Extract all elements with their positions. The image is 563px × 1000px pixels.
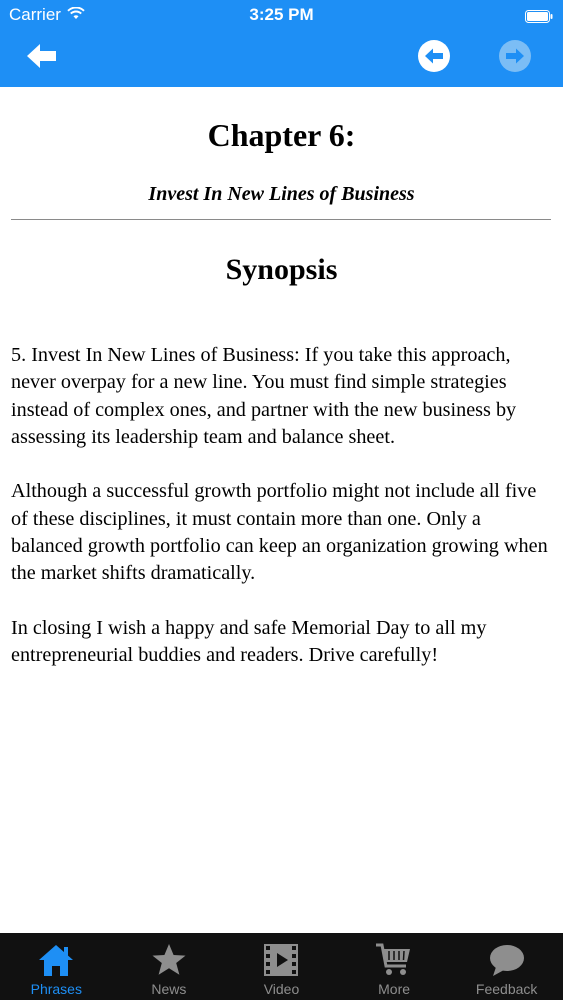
back-button[interactable] (22, 38, 62, 78)
star-icon (151, 941, 187, 979)
tab-label: Phrases (30, 981, 82, 997)
tab-label: Video (263, 981, 300, 997)
tab-feedback[interactable]: Feedback (450, 933, 563, 1000)
previous-chapter-button[interactable] (414, 38, 454, 78)
divider (11, 219, 551, 220)
film-icon (263, 941, 299, 979)
tab-bar: Phrases News Video More Feedback (0, 933, 563, 1000)
paragraph: In closing I wish a happy and safe Memor… (11, 616, 487, 667)
status-time: 3:25 PM (249, 5, 314, 24)
top-bar: Carrier 3:25 PM (0, 0, 563, 87)
chapter-subtitle: Invest In New Lines of Business (148, 183, 415, 205)
battery-icon (525, 8, 553, 23)
tab-video[interactable]: Video (225, 933, 338, 1000)
cart-icon (375, 941, 413, 979)
paragraph: 5. Invest In New Lines of Business: If y… (11, 344, 517, 448)
synopsis-text: 5. Invest In New Lines of Business: If y… (11, 342, 555, 697)
tab-label: Feedback (475, 981, 538, 997)
paragraph: Although a successful growth portfolio m… (11, 480, 548, 585)
home-icon (37, 941, 75, 979)
tab-news[interactable]: News (113, 933, 226, 1000)
chapter-title: Chapter 6: (207, 117, 356, 153)
circle-arrow-left-icon (417, 39, 451, 78)
navigation-bar (0, 30, 563, 87)
speech-bubble-icon (488, 941, 526, 979)
status-bar: Carrier 3:25 PM (0, 0, 563, 30)
tab-more[interactable]: More (338, 933, 451, 1000)
chapter-content: Chapter 6: Invest In New Lines of Busine… (0, 87, 563, 933)
circle-arrow-right-icon (498, 39, 532, 78)
arrow-left-icon (25, 41, 59, 76)
tab-label: More (378, 981, 411, 997)
section-title: Synopsis (225, 253, 338, 286)
tab-phrases[interactable]: Phrases (0, 933, 113, 1000)
tab-label: News (151, 981, 187, 997)
next-chapter-button[interactable] (495, 38, 535, 78)
